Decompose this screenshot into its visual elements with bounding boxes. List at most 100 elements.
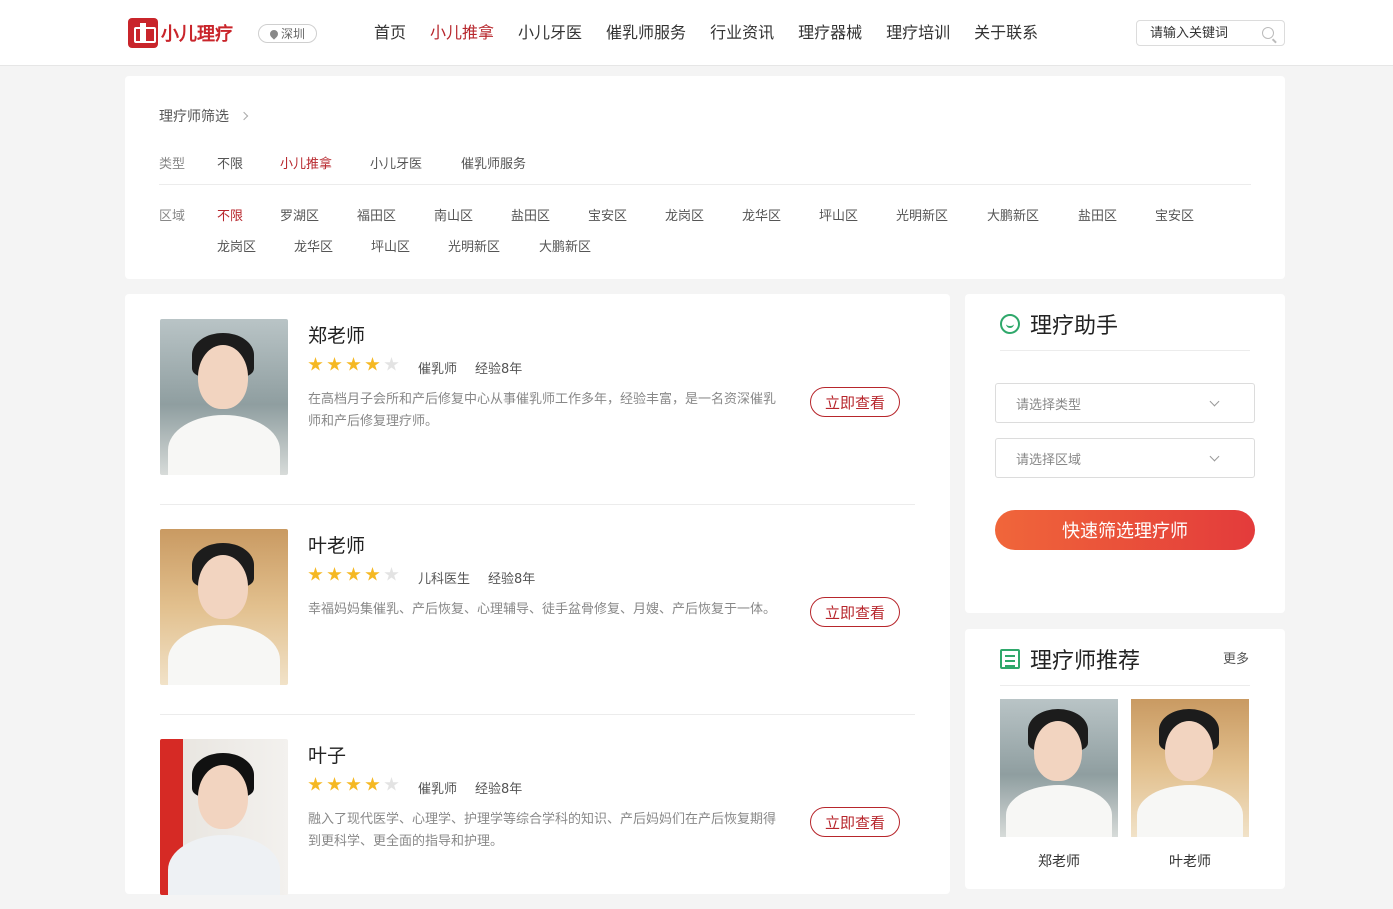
breadcrumb: 理疗师筛选 — [159, 106, 249, 126]
star-empty-icon — [384, 567, 399, 581]
star-empty-icon — [384, 777, 399, 791]
star-icon — [327, 357, 342, 371]
therapist-photo[interactable] — [160, 319, 288, 475]
star-icon — [365, 567, 380, 581]
rating-stars — [308, 777, 399, 792]
therapist-experience: 经验8年 — [488, 572, 536, 587]
therapy-assistant-panel: 理疗助手 请选择类型 请选择区域 快速筛选理疗师 — [965, 294, 1285, 613]
search-input[interactable] — [1137, 21, 1247, 45]
area-option-longhua-2[interactable]: 龙华区 — [294, 236, 333, 255]
area-option-baoan-2[interactable]: 宝安区 — [1155, 205, 1194, 224]
site-header: 小儿理疗 深圳 首页 小儿推拿 小儿牙医 催乳师服务 行业资讯 理疗器械 理疗培… — [0, 0, 1393, 66]
area-option-luohu[interactable]: 罗湖区 — [280, 205, 319, 224]
location-pin-icon — [268, 27, 280, 40]
city-label: 深圳 — [280, 27, 305, 41]
main-nav: 首页 小儿推拿 小儿牙医 催乳师服务 行业资讯 理疗器械 理疗培训 关于联系 — [374, 22, 1062, 44]
therapist-name[interactable]: 叶老师 — [308, 531, 365, 558]
logo-icon — [128, 17, 158, 48]
recommended-photo[interactable] — [1000, 699, 1118, 837]
type-option-pediatric-massage[interactable]: 小儿推拿 — [280, 153, 332, 172]
area-option-yantian-2[interactable]: 盐田区 — [1078, 205, 1117, 224]
therapist-card: 郑老师 催乳师 经验8年 在高档月子会所和产后修复中心从事催乳师工作多年，经验丰… — [160, 319, 915, 489]
nav-item-therapy-equipment[interactable]: 理疗器械 — [798, 22, 862, 44]
recommended-photo[interactable] — [1131, 699, 1249, 837]
recommended-therapists-panel: 理疗师推荐 更多 郑老师 叶老师 — [965, 629, 1285, 889]
nav-item-lactation-service[interactable]: 催乳师服务 — [606, 22, 686, 44]
star-icon — [308, 357, 323, 371]
nav-item-industry-news[interactable]: 行业资讯 — [710, 22, 774, 44]
area-option-guangming[interactable]: 光明新区 — [896, 205, 948, 224]
area-option-futian[interactable]: 福田区 — [357, 205, 396, 224]
card-divider — [160, 714, 915, 715]
panel-divider — [1000, 685, 1250, 686]
nav-item-about-contact[interactable]: 关于联系 — [974, 22, 1038, 44]
area-option-yantian[interactable]: 盐田区 — [511, 205, 550, 224]
view-now-button[interactable]: 立即查看 — [810, 387, 900, 417]
recommended-name[interactable]: 郑老师 — [1000, 851, 1118, 871]
recommended-therapist[interactable]: 叶老师 — [1131, 699, 1249, 871]
therapist-experience: 经验8年 — [475, 362, 523, 377]
recommended-therapist[interactable]: 郑老师 — [1000, 699, 1118, 871]
area-option-longgang-2[interactable]: 龙岗区 — [217, 236, 256, 255]
area-select[interactable]: 请选择区域 — [995, 438, 1255, 478]
panel-title: 理疗助手 — [1000, 308, 1118, 340]
filter-panel: 理疗师筛选 类型 不限 小儿推拿 小儿牙医 催乳师服务 区域 不限 罗湖区 福田… — [125, 76, 1285, 279]
type-option-lactation[interactable]: 催乳师服务 — [461, 153, 526, 172]
type-option-any[interactable]: 不限 — [217, 153, 243, 172]
city-selector[interactable]: 深圳 — [258, 24, 317, 43]
view-now-button[interactable]: 立即查看 — [810, 807, 900, 837]
type-select-placeholder: 请选择类型 — [1016, 397, 1082, 413]
star-icon — [327, 777, 342, 791]
nav-item-therapy-training[interactable]: 理疗培训 — [886, 22, 950, 44]
area-option-dapeng-2[interactable]: 大鹏新区 — [539, 236, 591, 255]
area-select-placeholder: 请选择区域 — [1016, 452, 1082, 468]
recommended-name[interactable]: 叶老师 — [1131, 851, 1249, 871]
star-icon — [365, 357, 380, 371]
breadcrumb-label: 理疗师筛选 — [159, 109, 229, 125]
therapist-description: 融入了现代医学、心理学、护理学等综合学科的知识、产后妈妈们在产后恢复期得到更科学… — [308, 812, 777, 849]
area-option-guangming-2[interactable]: 光明新区 — [448, 236, 500, 255]
area-option-baoan[interactable]: 宝安区 — [588, 205, 627, 224]
star-icon — [308, 567, 323, 581]
panel-divider — [1000, 350, 1250, 351]
therapist-photo[interactable] — [160, 529, 288, 685]
rating-stars — [308, 357, 399, 372]
filter-divider — [159, 184, 1251, 185]
card-divider — [160, 504, 915, 505]
view-now-button[interactable]: 立即查看 — [810, 597, 900, 627]
type-select[interactable]: 请选择类型 — [995, 383, 1255, 423]
star-empty-icon — [384, 357, 399, 371]
search-icon[interactable] — [1262, 27, 1274, 39]
therapist-role: 催乳师 — [418, 362, 458, 377]
nav-item-pediatric-dentist[interactable]: 小儿牙医 — [518, 22, 582, 44]
therapist-photo[interactable] — [160, 739, 288, 895]
area-option-nanshan[interactable]: 南山区 — [434, 205, 473, 224]
area-option-longgang[interactable]: 龙岗区 — [665, 205, 704, 224]
search-box — [1136, 20, 1285, 46]
recommend-title: 理疗师推荐 — [1030, 649, 1141, 674]
therapist-name[interactable]: 叶子 — [308, 741, 346, 768]
star-icon — [346, 777, 361, 791]
chevron-down-icon — [1209, 396, 1220, 407]
nav-item-pediatric-massage[interactable]: 小儿推拿 — [430, 22, 494, 44]
area-option-pingshan[interactable]: 坪山区 — [819, 205, 858, 224]
area-option-any[interactable]: 不限 — [217, 205, 243, 224]
more-link[interactable]: 更多 — [1223, 648, 1249, 667]
site-logo[interactable]: 小儿理疗 — [128, 17, 233, 48]
rating-stars — [308, 567, 399, 582]
area-option-dapeng[interactable]: 大鹏新区 — [987, 205, 1039, 224]
type-option-pediatric-dentist[interactable]: 小儿牙医 — [370, 153, 422, 172]
list-icon — [1000, 649, 1020, 669]
therapist-name[interactable]: 郑老师 — [308, 321, 365, 348]
area-option-longhua[interactable]: 龙华区 — [742, 205, 781, 224]
assistant-title: 理疗助手 — [1030, 314, 1119, 339]
star-icon — [346, 357, 361, 371]
therapist-role: 催乳师 — [418, 782, 458, 797]
therapist-role: 儿科医生 — [418, 572, 471, 587]
area-option-pingshan-2[interactable]: 坪山区 — [371, 236, 410, 255]
therapist-description: 在高档月子会所和产后修复中心从事催乳师工作多年，经验丰富，是一名资深催乳师和产后… — [308, 392, 777, 429]
quick-filter-button[interactable]: 快速筛选理疗师 — [995, 510, 1255, 550]
type-filter-label: 类型 — [159, 157, 186, 172]
nav-item-home[interactable]: 首页 — [374, 22, 406, 44]
therapist-card: 叶老师 儿科医生 经验8年 幸福妈妈集催乳、产后恢复、心理辅导、徒手盆骨修复、月… — [160, 529, 915, 699]
